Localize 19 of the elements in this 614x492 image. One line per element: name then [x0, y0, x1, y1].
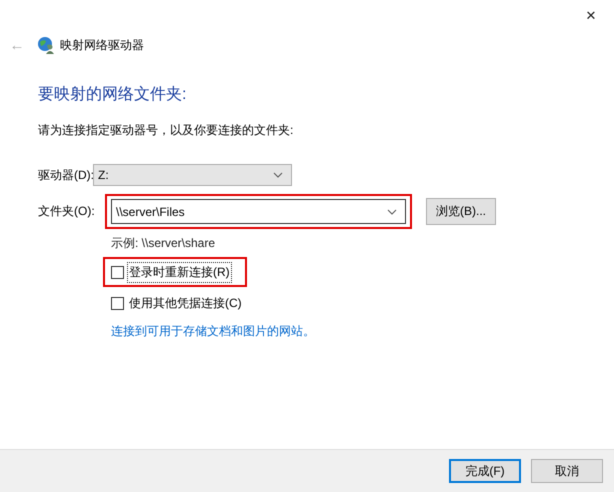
checkbox-label[interactable]: 使用其他凭据连接(C)	[127, 292, 244, 314]
checkbox[interactable]	[111, 266, 124, 278]
window-title: 映射网络驱动器	[60, 36, 144, 54]
heading: 要映射的网络文件夹:	[38, 84, 188, 105]
drive-label: 驱动器(D):	[38, 166, 93, 184]
checkbox[interactable]	[111, 296, 124, 310]
cancel-button[interactable]: 取消	[531, 459, 603, 483]
network-drive-icon	[37, 36, 55, 54]
example-text: 示例: \\server\share	[111, 235, 216, 252]
instruction-text: 请为连接指定驱动器号，以及你要连接的文件夹:	[38, 122, 294, 139]
browse-button[interactable]: 浏览(B)...	[426, 198, 496, 225]
chevron-down-icon	[387, 208, 397, 214]
finish-button[interactable]: 完成(F)	[449, 459, 521, 483]
chevron-down-icon	[273, 172, 283, 178]
close-button[interactable]: ✕	[568, 0, 614, 30]
website-link[interactable]: 连接到可用于存储文档和图片的网站。	[111, 323, 614, 340]
checkbox-label[interactable]: 登录时重新连接(R)	[127, 262, 232, 282]
folder-dropdown[interactable]: \\server\Files	[111, 199, 406, 224]
folder-label: 文件夹(O):	[38, 203, 96, 220]
